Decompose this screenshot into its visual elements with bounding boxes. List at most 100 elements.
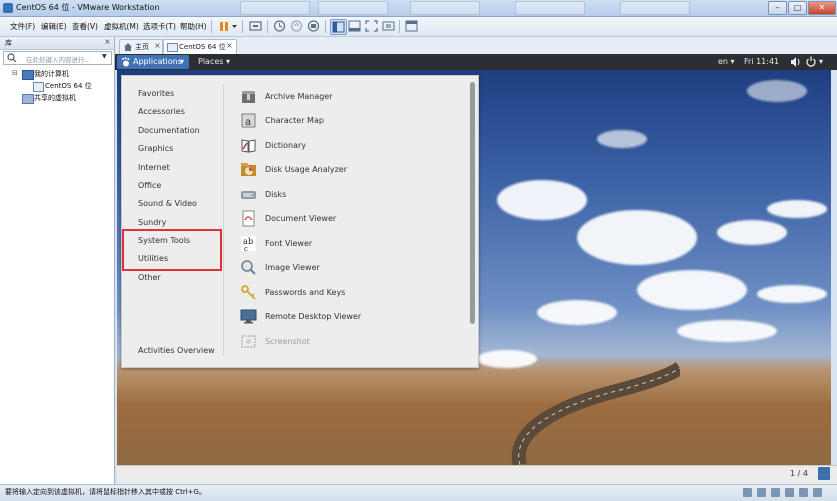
app-label: Passwords and Keys	[265, 288, 346, 297]
library-search-input[interactable]: 在此处键入内容进行... ▼	[3, 51, 112, 65]
revert-snapshot-icon[interactable]	[289, 19, 304, 33]
power-icon[interactable]	[806, 56, 816, 67]
unity-icon[interactable]	[381, 19, 396, 33]
screenshot-icon	[240, 333, 257, 350]
library-panel: 库 × 在此处键入内容进行... ▼ ⊟ 我的计算机 CentOS 64 位 共…	[0, 37, 115, 484]
tab-centos[interactable]: CentOS 64 位 ×	[163, 39, 237, 54]
category-graphics[interactable]: Graphics	[138, 144, 173, 153]
clock[interactable]: Fri 11:41	[744, 57, 779, 66]
image-viewer-icon	[240, 259, 257, 276]
app-label: Remote Desktop Viewer	[265, 312, 362, 321]
applications-label: Applications	[133, 57, 182, 66]
character-map-icon: a	[240, 112, 257, 129]
vm-tab-strip: 主页 × CentOS 64 位 ×	[115, 37, 837, 55]
tab-home[interactable]: 主页 ×	[119, 39, 163, 54]
menu-edit[interactable]: 编辑(E)	[41, 21, 67, 32]
title-bar: CentOS 64 位 - VMware Workstation – □ ✕	[0, 0, 837, 17]
category-accessories[interactable]: Accessories	[138, 107, 185, 116]
toolbar-separator	[399, 20, 400, 33]
category-documentation[interactable]: Documentation	[138, 126, 200, 135]
background-window-tab[interactable]	[318, 1, 388, 15]
search-dropdown-icon[interactable]: ▼	[102, 53, 107, 60]
toolbar-separator	[267, 20, 268, 33]
dictionary-icon	[240, 137, 257, 154]
tab-centos-label: CentOS 64 位	[179, 43, 226, 51]
menu-scrollbar[interactable]	[470, 82, 475, 324]
category-favorites[interactable]: Favorites	[138, 89, 174, 98]
menu-divider	[223, 84, 224, 356]
tree-item-shared-vms[interactable]: 共享的虚拟机	[34, 93, 76, 103]
vm-icon	[33, 82, 44, 92]
workspace-counter: 1 / 4	[790, 469, 808, 478]
toolbar-separator	[242, 20, 243, 33]
disks-icon	[240, 186, 257, 203]
background-window-tab[interactable]	[620, 1, 690, 15]
menu-vm[interactable]: 虚拟机(M)	[104, 21, 139, 32]
snapshot-icon[interactable]	[272, 19, 287, 33]
snapshot-manager-icon[interactable]	[306, 19, 321, 33]
category-internet[interactable]: Internet	[138, 163, 170, 172]
chevron-down-icon[interactable]	[230, 19, 239, 33]
pause-icon[interactable]	[216, 19, 231, 33]
tree-expander-icon[interactable]: ⊟	[12, 69, 18, 77]
display-icon[interactable]	[813, 488, 822, 497]
category-office[interactable]: Office	[138, 181, 161, 190]
disk-usage-icon	[240, 161, 257, 178]
app-label: Disk Usage Analyzer	[265, 165, 348, 174]
fullscreen-icon[interactable]	[364, 19, 379, 33]
tab-home-close-button[interactable]: ×	[154, 41, 161, 50]
menu-view[interactable]: 查看(V)	[72, 21, 98, 32]
sound-card-icon[interactable]	[799, 488, 808, 497]
svg-text:b: b	[248, 237, 253, 246]
tree-item-centos[interactable]: CentOS 64 位	[45, 81, 92, 91]
applications-button[interactable]: Applications ▾	[117, 55, 189, 69]
network-icon[interactable]	[771, 488, 780, 497]
toolbar-separator	[211, 20, 212, 33]
show-library-icon[interactable]	[330, 19, 347, 35]
vmware-icon	[3, 3, 13, 13]
background-window-tab[interactable]	[410, 1, 480, 15]
chevron-down-icon: ▾	[225, 57, 230, 66]
app-label: Image Viewer	[265, 263, 320, 272]
shared-vm-icon	[22, 94, 34, 104]
background-window-tab[interactable]	[515, 1, 585, 15]
close-button[interactable]: ✕	[808, 1, 836, 15]
menu-help[interactable]: 帮助(H)	[180, 21, 207, 32]
chevron-down-icon: ▾	[730, 57, 735, 66]
gnome-foot-icon	[121, 57, 130, 67]
library-close-button[interactable]: ×	[104, 37, 111, 46]
cd-drive-icon[interactable]	[757, 488, 766, 497]
locale-indicator[interactable]: en ▾	[718, 57, 735, 66]
activities-overview[interactable]: Activities Overview	[138, 346, 215, 355]
tree-item-my-computer[interactable]: 我的计算机	[34, 69, 69, 79]
thumbnail-icon[interactable]	[347, 19, 362, 33]
search-icon	[7, 53, 17, 65]
category-other[interactable]: Other	[138, 273, 161, 282]
background-window-tab[interactable]	[240, 1, 310, 15]
chevron-down-icon: ▾	[180, 57, 185, 66]
volume-icon[interactable]	[790, 57, 802, 67]
send-keys-icon[interactable]	[248, 19, 263, 33]
tab-centos-close-button[interactable]: ×	[226, 41, 233, 50]
status-bar: 要将输入定向到该虚拟机，请将鼠标指针移入其中或按 Ctrl+G。	[0, 484, 837, 501]
menu-file[interactable]: 文件(F)	[10, 21, 35, 32]
category-sound-video[interactable]: Sound & Video	[138, 199, 197, 208]
places-label: Places	[198, 57, 224, 66]
library-header: 库 ×	[0, 37, 114, 50]
toolbar-separator	[325, 20, 326, 33]
hard-disk-icon[interactable]	[743, 488, 752, 497]
road-graphic	[511, 362, 680, 465]
app-label: Document Viewer	[265, 214, 337, 223]
chevron-down-icon[interactable]: ▾	[819, 57, 823, 66]
vm-bottom-bar	[117, 465, 837, 484]
places-menu[interactable]: Places ▾	[198, 57, 230, 66]
minimize-button[interactable]: –	[768, 1, 787, 15]
svg-text:c: c	[244, 245, 248, 252]
menu-tabs[interactable]: 选项卡(T)	[143, 21, 176, 32]
maximize-button[interactable]: □	[788, 1, 807, 15]
category-sundry[interactable]: Sundry	[138, 218, 166, 227]
console-view-icon[interactable]	[404, 19, 419, 33]
vm-icon	[167, 43, 178, 52]
message-tray-icon[interactable]	[818, 467, 830, 480]
usb-icon[interactable]	[785, 488, 794, 497]
